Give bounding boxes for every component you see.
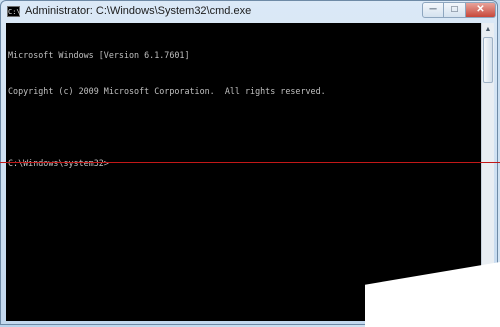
minimize-button[interactable]: ─: [422, 2, 444, 18]
console-area[interactable]: Microsoft Windows [Version 6.1.7601] Cop…: [6, 23, 481, 321]
annotation-line: [0, 162, 500, 163]
console-output: Microsoft Windows [Version 6.1.7601] Cop…: [8, 25, 326, 193]
cmd-app-icon[interactable]: C:\: [7, 6, 21, 17]
title-bar[interactable]: C:\ Administrator: C:\Windows\System32\c…: [1, 1, 497, 23]
console-prompt[interactable]: C:\Windows\system32>: [8, 157, 326, 169]
scroll-thumb[interactable]: [483, 37, 493, 83]
window-title: Administrator: C:\Windows\System32\cmd.e…: [25, 5, 252, 17]
maximize-button[interactable]: □: [444, 2, 466, 18]
console-line-version: Microsoft Windows [Version 6.1.7601]: [8, 50, 190, 60]
close-button[interactable]: ✕: [466, 2, 496, 18]
console-line-copyright: Copyright (c) 2009 Microsoft Corporation…: [8, 86, 326, 96]
scroll-up-arrow-icon[interactable]: ▲: [482, 23, 494, 36]
